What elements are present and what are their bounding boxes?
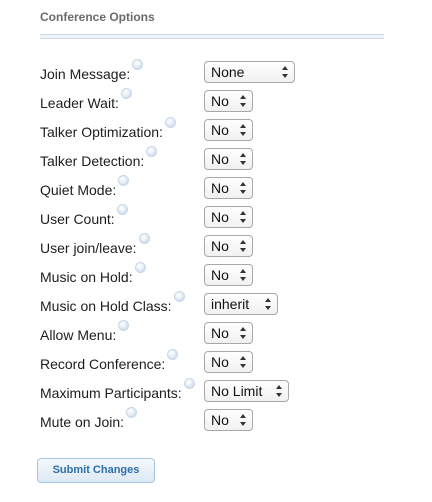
maximum-participants-select[interactable]: No Limit [204,380,289,402]
user-join-leave-select[interactable]: No [204,235,253,257]
option-row-user-join-leave: User join/leave: No [40,232,400,261]
record-conference-select[interactable]: No [204,351,253,373]
select-value: No [211,180,229,196]
help-icon[interactable] [138,233,150,244]
up-down-arrows-icon [265,297,272,311]
submit-changes-button[interactable]: Submit Changes [37,458,155,483]
select-value: No [211,354,229,370]
help-icon[interactable] [120,88,132,99]
help-icon[interactable] [134,262,146,273]
select-value: No [211,93,229,109]
section-divider [40,34,384,39]
up-down-arrows-icon [240,152,247,166]
option-row-allow-menu: Allow Menu: No [40,319,400,348]
music-on-hold-class-select[interactable]: inherit [204,293,278,315]
option-label: Quiet Mode: [40,182,117,198]
help-icon[interactable] [164,117,176,128]
section-title: Conference Options [40,10,155,24]
join-message-select[interactable]: None [204,61,295,83]
option-label: User Count: [40,211,115,227]
up-down-arrows-icon [240,94,247,108]
up-down-arrows-icon [240,239,247,253]
select-value: No [211,151,229,167]
option-row-talker-detection: Talker Detection: No [40,145,400,174]
select-value: inherit [211,296,250,312]
select-value: None [211,64,245,80]
option-label: User join/leave: [40,240,137,256]
option-label: Talker Optimization: [40,124,163,140]
option-label: Leader Wait: [40,95,119,111]
up-down-arrows-icon [240,326,247,340]
option-label: Talker Detection: [40,153,145,169]
option-row-quiet-mode: Quiet Mode: No [40,174,400,203]
help-icon[interactable] [173,291,185,302]
option-label: Mute on Join: [40,414,125,430]
quiet-mode-select[interactable]: No [204,177,253,199]
up-down-arrows-icon [282,65,289,79]
mute-on-join-select[interactable]: No [204,409,253,431]
up-down-arrows-icon [276,384,283,398]
help-icon[interactable] [118,320,130,331]
option-row-leader-wait: Leader Wait: No [40,87,400,116]
allow-menu-select[interactable]: No [204,322,253,344]
option-label: Record Conference: [40,356,166,372]
help-icon[interactable] [118,175,130,186]
select-value: No [211,238,229,254]
help-icon[interactable] [146,146,158,157]
up-down-arrows-icon [240,355,247,369]
select-value: No [211,122,229,138]
help-icon[interactable] [183,378,195,389]
up-down-arrows-icon [240,268,247,282]
up-down-arrows-icon [240,123,247,137]
help-icon[interactable] [126,407,138,418]
option-row-music-on-hold: Music on Hold: No [40,261,400,290]
conference-options-form: Join Message: None Leader Wait: No Talke… [40,58,400,435]
help-icon[interactable] [132,59,144,70]
help-icon[interactable] [167,349,179,360]
up-down-arrows-icon [240,413,247,427]
up-down-arrows-icon [240,210,247,224]
select-value: No [211,325,229,341]
option-row-record-conference: Record Conference: No [40,348,400,377]
select-value: No [211,209,229,225]
option-label: Allow Menu: [40,327,117,343]
option-row-join-message: Join Message: None [40,58,400,87]
option-row-maximum-participants: Maximum Participants: No Limit [40,377,400,406]
option-label: Join Message: [40,66,131,82]
section-header: Conference Options [40,10,384,39]
option-label: Music on Hold: [40,269,133,285]
option-label: Music on Hold Class: [40,298,172,314]
option-label: Maximum Participants: [40,385,182,401]
option-row-user-count: User Count: No [40,203,400,232]
option-row-mute-on-join: Mute on Join: No [40,406,400,435]
music-on-hold-select[interactable]: No [204,264,253,286]
up-down-arrows-icon [240,181,247,195]
user-count-select[interactable]: No [204,206,253,228]
help-icon[interactable] [116,204,128,215]
option-row-music-on-hold-class: Music on Hold Class: inherit [40,290,400,319]
select-value: No [211,267,229,283]
talker-optimization-select[interactable]: No [204,119,253,141]
select-value: No Limit [211,383,263,399]
talker-detection-select[interactable]: No [204,148,253,170]
leader-wait-select[interactable]: No [204,90,253,112]
select-value: No [211,412,229,428]
option-row-talker-optimization: Talker Optimization: No [40,116,400,145]
